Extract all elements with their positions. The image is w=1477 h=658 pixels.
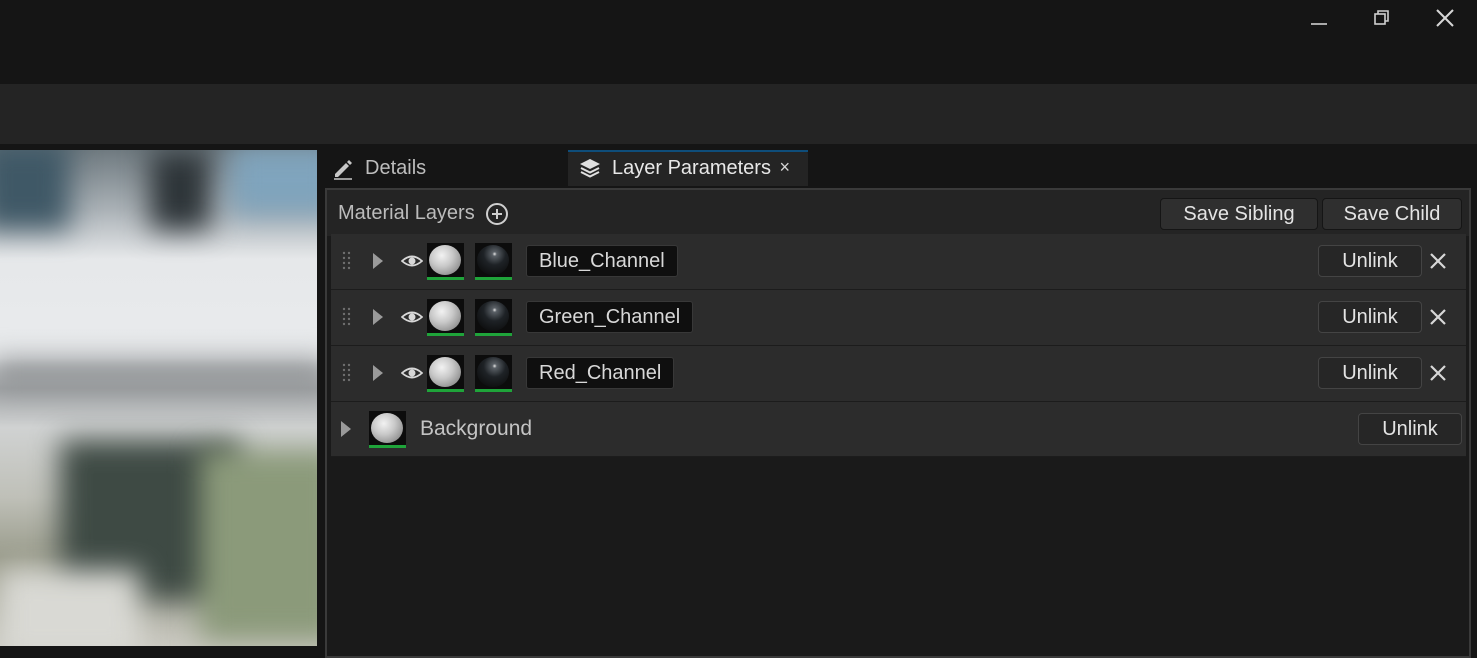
viewport-shape [0,360,317,390]
viewport-shape [200,450,317,640]
layer-name-field[interactable]: Blue_Channel [526,245,678,277]
edit-icon [334,160,352,180]
delete-layer-icon[interactable] [1428,307,1448,327]
background-layer-row[interactable]: Background Unlink [331,402,1466,457]
layers-icon [580,159,600,178]
layer-thumbnail[interactable] [427,243,464,280]
viewport-shape [0,150,70,230]
viewport-shape [150,150,210,230]
background-label: Background [420,417,533,440]
material-sphere [429,301,461,331]
blend-thumbnail[interactable] [475,355,512,392]
unlink-button[interactable]: Unlink [1358,413,1462,445]
layer-row[interactable]: Green_Channel Unlink [331,290,1466,346]
material-sphere [477,245,509,275]
material-sphere [477,301,509,331]
unlink-button[interactable]: Unlink [1318,245,1422,277]
drag-handle-icon[interactable] [342,251,352,273]
expand-arrow-icon[interactable] [341,421,351,437]
unlink-button[interactable]: Unlink [1318,301,1422,333]
blend-thumbnail[interactable] [475,299,512,336]
window-close-button[interactable] [1428,4,1462,32]
toolbar [0,84,1477,144]
layer-row[interactable]: Blue_Channel Unlink [331,234,1466,290]
panel-header: Material Layers Save Sibling Save Child [327,190,1469,236]
expand-arrow-icon[interactable] [373,309,383,325]
tab-details[interactable]: Details [331,150,426,186]
tab-close-icon[interactable]: × [779,157,790,178]
unlink-button[interactable]: Unlink [1318,357,1422,389]
restore-button[interactable] [1365,4,1399,32]
material-sphere [371,413,403,443]
restore-icon [1374,10,1389,25]
layer-thumbnail[interactable] [427,355,464,392]
drag-handle-icon[interactable] [342,363,352,385]
close-icon [1436,9,1454,27]
material-sphere [477,357,509,387]
save-child-button[interactable]: Save Child [1322,198,1462,230]
eye-icon[interactable] [401,308,423,326]
layer-name-field[interactable]: Green_Channel [526,301,694,333]
add-circle-icon[interactable] [485,202,509,226]
material-layers-panel: Material Layers Save Sibling Save Child … [325,188,1471,658]
expand-arrow-icon[interactable] [373,253,383,269]
material-sphere [429,245,461,275]
material-sphere [429,357,461,387]
expand-arrow-icon[interactable] [373,365,383,381]
viewport-shape [230,150,317,215]
save-sibling-button[interactable]: Save Sibling [1160,198,1318,230]
viewport-preview[interactable] [0,150,317,646]
viewport-shape [0,570,140,646]
drag-handle-icon[interactable] [342,307,352,329]
layer-row[interactable]: Red_Channel Unlink [331,346,1466,402]
panel-title: Material Layers [338,202,475,224]
tab-strip: Details Layer Parameters × [317,150,1477,188]
title-bar [0,0,1477,84]
eye-icon[interactable] [401,252,423,270]
delete-layer-icon[interactable] [1428,251,1448,271]
delete-layer-icon[interactable] [1428,363,1448,383]
layer-name-field[interactable]: Red_Channel [526,357,675,389]
eye-icon[interactable] [401,364,423,382]
tab-label: Layer Parameters [612,156,771,179]
blend-thumbnail[interactable] [475,243,512,280]
background-thumbnail[interactable] [369,411,406,448]
tab-layer-parameters[interactable]: Layer Parameters × [568,150,808,186]
layer-thumbnail[interactable] [427,299,464,336]
minimize-button[interactable] [1302,4,1336,32]
minimize-icon [1311,23,1327,25]
tab-label: Details [365,156,427,179]
